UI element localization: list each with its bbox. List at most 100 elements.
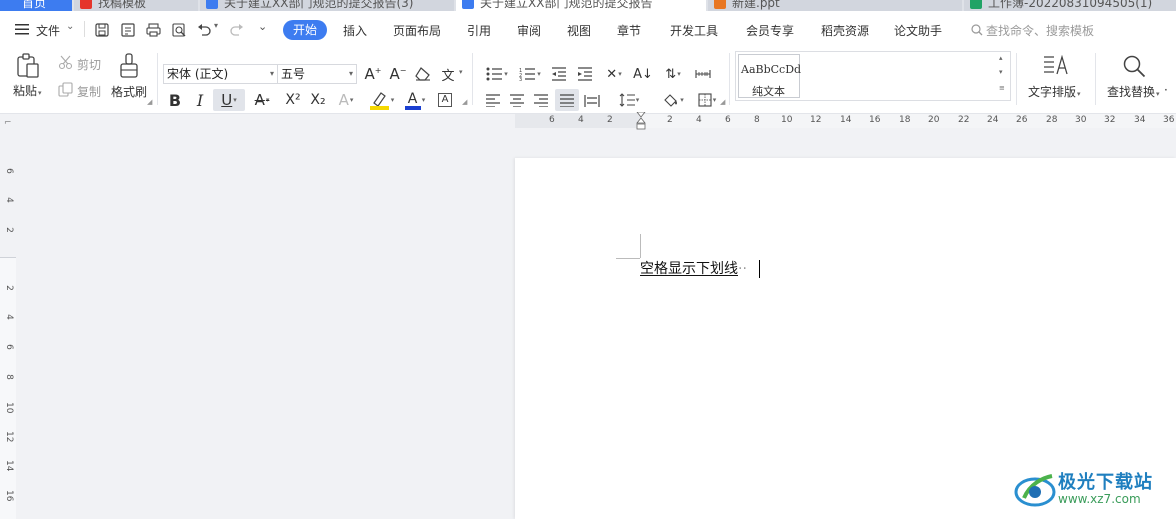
- subscript-button[interactable]: X₂: [308, 91, 328, 109]
- dialog-launcher-icon[interactable]: ◢: [147, 98, 152, 106]
- tab-doc-report-3[interactable]: 关于建立XX部门规范的提交报告(3): [200, 0, 454, 11]
- shading-icon[interactable]: ▾: [660, 91, 686, 109]
- clear-format-icon[interactable]: [414, 66, 432, 82]
- divider: [472, 53, 473, 105]
- ruler-number: 10: [4, 402, 14, 414]
- chevron-up-icon[interactable]: ▴: [999, 54, 1003, 62]
- ruler-number: 18: [899, 115, 911, 125]
- undo-icon[interactable]: [196, 22, 212, 37]
- command-search-input[interactable]: 查找命令、搜索模板: [986, 22, 1094, 39]
- chevron-down-icon[interactable]: ⌄: [66, 21, 74, 32]
- dialog-launcher-icon[interactable]: ◢: [720, 98, 725, 106]
- tab-page-layout[interactable]: 页面布局: [393, 22, 441, 39]
- borders-icon[interactable]: ▾: [694, 91, 720, 109]
- tab-docer-resources[interactable]: 稻壳资源: [821, 22, 869, 39]
- style-plain-text[interactable]: AaBbCcDd 纯文本: [738, 54, 801, 98]
- paste-icon[interactable]: [14, 53, 42, 79]
- file-menu[interactable]: 文件: [36, 22, 60, 39]
- gallery-expand-icon[interactable]: ≡: [999, 84, 1005, 92]
- undo-dropdown-icon[interactable]: ▾: [214, 21, 218, 30]
- document-body-text[interactable]: 空格显示下划线··: [640, 258, 747, 278]
- find-icon: [1120, 53, 1148, 79]
- strikethrough-icon[interactable]: A ▾: [251, 91, 273, 109]
- character-border-icon[interactable]: A: [436, 91, 454, 109]
- highlight-color-icon[interactable]: ▾: [368, 90, 396, 110]
- indent-marker-icon[interactable]: [636, 111, 646, 134]
- show-marks-icon[interactable]: [694, 65, 712, 83]
- format-painter-button[interactable]: 格式刷: [111, 83, 147, 100]
- tab-thesis-assistant[interactable]: 论文助手: [894, 22, 942, 39]
- ruler-number: 20: [928, 115, 940, 125]
- search-icon[interactable]: [970, 23, 984, 36]
- shrink-font-icon[interactable]: A −: [389, 65, 407, 83]
- find-replace-button[interactable]: 查找替换▾: [1107, 83, 1160, 100]
- tab-ppt-label: 新建.ppt: [732, 0, 780, 10]
- underline-button[interactable]: U ▾: [213, 89, 245, 111]
- text-direction-icon[interactable]: A↓: [633, 65, 653, 83]
- hamburger-icon[interactable]: [14, 22, 30, 36]
- ruler-number: 30: [1075, 115, 1087, 125]
- export-pdf-icon[interactable]: [120, 22, 136, 37]
- tab-doc-report-active[interactable]: 关于建立XX部门规范的提交报告: [456, 0, 706, 11]
- underlined-text[interactable]: 空格显示下划线: [640, 261, 738, 277]
- numbered-list-icon[interactable]: 1 2 3 ▾: [517, 65, 543, 83]
- tab-chapter[interactable]: 章节: [617, 22, 641, 39]
- grow-font-icon[interactable]: A +: [364, 65, 382, 83]
- tab-insert[interactable]: 插入: [343, 22, 367, 39]
- tab-workbook-label: 工作簿-20220831094505(1): [988, 0, 1153, 10]
- text-effect-icon[interactable]: A ▾: [335, 91, 357, 109]
- save-icon[interactable]: [94, 22, 110, 37]
- tab-developer[interactable]: 开发工具: [670, 22, 718, 39]
- line-spacing-icon[interactable]: ▾: [616, 91, 642, 109]
- dialog-launcher-icon[interactable]: ◢: [462, 98, 467, 106]
- increase-indent-icon[interactable]: [576, 65, 594, 83]
- horizontal-ruler[interactable]: 6 4 2 2 4 6 8 10 12 14 16 18 20 22 24 26…: [515, 111, 1176, 130]
- distributed-align-icon[interactable]: [583, 91, 601, 109]
- align-center-icon[interactable]: [508, 91, 526, 109]
- font-size-select[interactable]: 五号 ▾: [277, 64, 357, 84]
- tab-workbook[interactable]: 工作簿-20220831094505(1): [964, 0, 1176, 11]
- ruler-number: 2: [607, 115, 613, 125]
- ruler-number: 12: [4, 431, 14, 443]
- phonetic-guide-icon[interactable]: 文: [438, 65, 458, 84]
- tab-view[interactable]: 视图: [567, 22, 591, 39]
- more-icon[interactable]: ·: [1164, 83, 1168, 97]
- tab-start[interactable]: 开始: [283, 20, 327, 40]
- document-page[interactable]: 空格显示下划线··: [515, 158, 1176, 519]
- chinese-layout-icon[interactable]: ✕ ▾: [601, 65, 627, 83]
- text-layout-label: 文字排版: [1028, 85, 1077, 99]
- tab-ppt[interactable]: 新建.ppt: [708, 0, 962, 11]
- writer-doc-icon: [462, 0, 474, 9]
- print-preview-icon[interactable]: [171, 22, 187, 37]
- cut-button[interactable]: 剪切: [77, 56, 101, 73]
- superscript-button[interactable]: X²: [283, 91, 303, 109]
- chevron-down-icon[interactable]: ▾: [459, 68, 463, 76]
- find-replace-label: 查找替换: [1107, 85, 1156, 99]
- ruler-corner-icon[interactable]: ⌐: [4, 118, 12, 128]
- tab-home[interactable]: 首页: [0, 0, 72, 11]
- customize-quick-access-icon[interactable]: ⌄: [258, 20, 267, 33]
- font-name-select[interactable]: 宋体 (正文) ▾: [163, 64, 278, 84]
- justify-icon[interactable]: [555, 89, 579, 111]
- tab-review[interactable]: 审阅: [517, 22, 541, 39]
- font-color-icon[interactable]: A ▾: [402, 90, 428, 110]
- chevron-down-icon[interactable]: ▾: [999, 68, 1003, 76]
- paste-button[interactable]: 粘贴▾: [13, 82, 42, 99]
- redo-icon[interactable]: [229, 22, 245, 37]
- decrease-indent-icon[interactable]: [550, 65, 568, 83]
- vertical-ruler[interactable]: 6 4 2 2 4 6 8 10 12 14 16: [0, 160, 16, 519]
- print-icon[interactable]: [145, 22, 161, 37]
- bold-button[interactable]: B: [167, 91, 183, 110]
- tab-templates[interactable]: 找稿模板: [74, 0, 198, 11]
- ribbon: 文件 ⌄ ▾ ⌄ 开始 插入 页面布局 引用 审阅 视图 章节 开发工具 会员专…: [0, 11, 1176, 114]
- bullet-list-icon[interactable]: ▾: [484, 65, 510, 83]
- text-layout-button[interactable]: 文字排版▾: [1028, 83, 1081, 100]
- sort-icon[interactable]: ⇅ ▾: [660, 65, 686, 83]
- tab-member[interactable]: 会员专享: [746, 22, 794, 39]
- align-left-icon[interactable]: [484, 91, 502, 109]
- align-right-icon[interactable]: [532, 91, 550, 109]
- copy-button[interactable]: 复制: [77, 83, 101, 100]
- italic-button[interactable]: I: [192, 91, 208, 110]
- gallery-scroll[interactable]: ▴ ▾ ≡: [996, 52, 1010, 100]
- tab-references[interactable]: 引用: [467, 22, 491, 39]
